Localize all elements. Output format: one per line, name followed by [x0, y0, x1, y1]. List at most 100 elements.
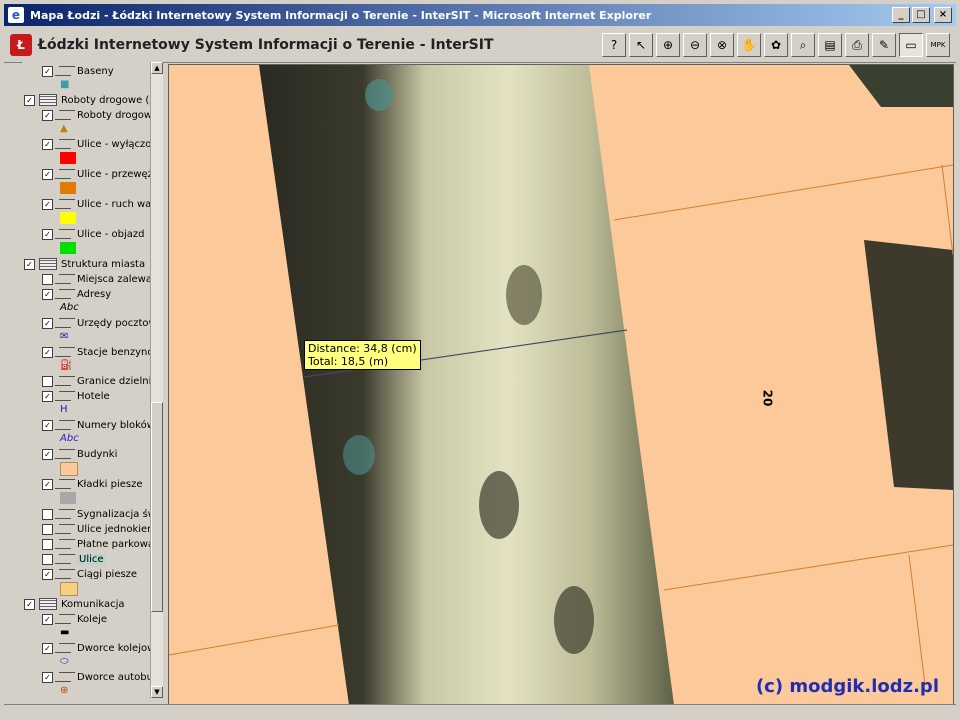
layer-checkbox[interactable]: ✓ [42, 198, 53, 210]
aerial-shadow [554, 586, 594, 654]
layer-checkbox[interactable] [42, 538, 53, 550]
layer-row[interactable]: Płatne parkowa [42, 537, 150, 551]
layer-row[interactable]: ✓ Adresy [42, 287, 111, 301]
scroll-up-arrow[interactable]: ▲ [151, 62, 163, 74]
parcel-line [941, 164, 953, 256]
layer-row[interactable]: ✓ Roboty drogowe [42, 108, 150, 122]
layer-icon [54, 376, 76, 386]
layer-row[interactable]: ✓ Ulice - objazd [42, 227, 144, 241]
layer-checkbox[interactable]: ✓ [42, 65, 53, 77]
layer-checkbox[interactable]: ✓ [42, 419, 53, 431]
window-title: Mapa Łodzi - Łódzki Internetowy System I… [30, 8, 652, 22]
layer-row[interactable]: ✓ Ulice - ruch wah [42, 197, 150, 211]
select-tool-button[interactable]: ↖ [629, 33, 653, 57]
layer-checkbox[interactable]: ✓ [42, 317, 53, 329]
help-tool-button[interactable]: ? [602, 33, 626, 57]
layer-group[interactable]: ✓ Roboty drogowe (Za [24, 93, 150, 107]
layer-label: Sygnalizacja świ [77, 508, 150, 520]
map-canvas [169, 65, 953, 705]
layer-row[interactable]: ✓ Urzędy pocztow [42, 316, 150, 330]
layer-checkbox[interactable] [42, 553, 53, 565]
map-toolbar: ? ↖ ⊕ ⊖ ⊗ ✋ ✿ ⌕ ▤ ⎙ ✎ ▭ MPK [599, 33, 950, 57]
layer-row[interactable]: ✓ Ciągi piesze [42, 567, 137, 581]
layer-checkbox[interactable]: ✓ [42, 448, 53, 460]
layer-checkbox[interactable] [42, 375, 53, 387]
layer-row[interactable]: ✓ Baseny [42, 64, 114, 78]
layer-label: Roboty drogowe [77, 109, 150, 121]
close-button[interactable]: × [934, 7, 952, 23]
layer-checkbox[interactable]: ✓ [24, 94, 35, 106]
layer-label: Numery bloków [77, 419, 150, 431]
layer-row[interactable]: Ulice [42, 552, 106, 566]
legend-swatch [60, 462, 78, 476]
scroll-thumb[interactable] [151, 402, 163, 612]
layer-row[interactable]: ✓ Kładki piesze [42, 477, 143, 491]
zoom-in-tool-button[interactable]: ⊕ [656, 33, 680, 57]
layer-checkbox[interactable]: ✓ [42, 568, 53, 580]
layer-group[interactable]: ✓ Struktura miasta [24, 257, 145, 271]
report-tool-button[interactable]: ▤ [818, 33, 842, 57]
mpk-tool-button[interactable]: MPK [926, 33, 950, 57]
full-extent-tool-button[interactable]: ✿ [764, 33, 788, 57]
layer-checkbox[interactable]: ✓ [42, 642, 53, 654]
layer-group-icon [39, 258, 57, 270]
layer-checkbox[interactable]: ✓ [42, 138, 53, 150]
legend-symbol-icon: ✉ [60, 331, 69, 342]
layer-row[interactable]: ✓ Budynki [42, 447, 117, 461]
layer-checkbox[interactable]: ✓ [24, 598, 35, 610]
maximize-button[interactable]: □ [912, 7, 930, 23]
layer-row[interactable]: Ulice jednokieru [42, 522, 150, 536]
draw-tool-button[interactable]: ✎ [872, 33, 896, 57]
legend-scrollbar[interactable]: ▲ ▼ [150, 62, 163, 698]
layer-label: Kładki piesze [77, 478, 143, 490]
aerial-shadow [506, 265, 542, 325]
layer-checkbox[interactable]: ✓ [42, 109, 53, 121]
layer-row[interactable]: ✓ Dworce kolejow [42, 641, 150, 655]
aerial-road-strip [259, 65, 674, 705]
layer-checkbox[interactable]: ✓ [42, 346, 53, 358]
status-bar [4, 704, 956, 719]
layer-checkbox[interactable]: ✓ [42, 168, 53, 180]
layer-checkbox[interactable]: ✓ [42, 478, 53, 490]
layer-checkbox[interactable]: ✓ [24, 258, 35, 270]
layer-checkbox[interactable] [42, 273, 53, 285]
minimize-button[interactable]: _ [892, 7, 910, 23]
layer-checkbox[interactable]: ✓ [42, 671, 53, 683]
scroll-down-arrow[interactable]: ▼ [151, 686, 163, 698]
measure-tool-button[interactable]: ▭ [899, 33, 923, 57]
zoom-window-tool-button[interactable]: ⊗ [710, 33, 734, 57]
layer-row[interactable]: ✓ Dworce autobus [42, 670, 150, 684]
legend-symbol-icon: H [60, 404, 68, 415]
legend-swatch [60, 492, 76, 504]
layer-checkbox[interactable] [42, 508, 53, 520]
layer-label: Ulice - ruch wah [77, 198, 150, 210]
layer-group[interactable]: ✓ Komunikacja [24, 597, 125, 611]
layer-row[interactable]: ✓ Numery bloków [42, 418, 150, 432]
pan-tool-button[interactable]: ✋ [737, 33, 761, 57]
layer-row[interactable]: Sygnalizacja świ [42, 507, 150, 521]
legend-symbol-icon: ⛽ [60, 360, 73, 371]
identify-tool-button[interactable]: ⌕ [791, 33, 815, 57]
layer-icon [54, 66, 76, 76]
layer-icon [54, 318, 76, 328]
layer-checkbox[interactable]: ✓ [42, 613, 53, 625]
layer-row[interactable]: ✓ Hotele [42, 389, 110, 403]
layer-checkbox[interactable]: ✓ [42, 228, 53, 240]
layer-row[interactable]: Miejsca zalewar [42, 272, 150, 286]
layer-checkbox[interactable]: ✓ [42, 390, 53, 402]
layer-checkbox[interactable] [42, 523, 53, 535]
layer-row[interactable]: ✓ Koleje [42, 612, 107, 626]
app-title: Łódzki Internetowy System Informacji o T… [38, 37, 494, 53]
layer-row[interactable]: ✓ Ulice - przewęże [42, 167, 150, 181]
layer-row[interactable]: Granice dzielnic [42, 374, 150, 388]
print-tool-button[interactable]: ⎙ [845, 33, 869, 57]
layer-row[interactable]: ✓ Ulice - wyłączor [42, 137, 150, 151]
layer-checkbox[interactable]: ✓ [42, 288, 53, 300]
layer-icon [54, 569, 76, 579]
zoom-out-tool-button[interactable]: ⊖ [683, 33, 707, 57]
legend-symbol-icon: ⊛ [60, 685, 69, 696]
print-icon: ⎙ [852, 37, 862, 52]
layer-row[interactable]: ✓ Stacje benzynov [42, 345, 150, 359]
ie-icon: e [8, 7, 24, 23]
map-view[interactable]: 20 (c) modgik.lodz.pl [168, 64, 954, 706]
